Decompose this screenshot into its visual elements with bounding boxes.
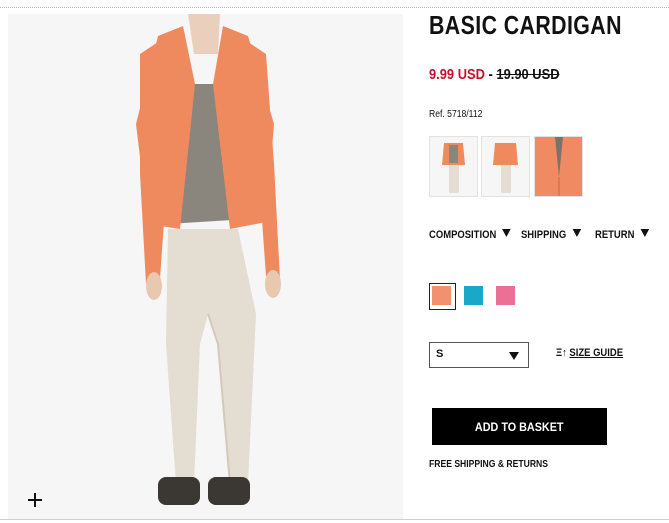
color-swatch-orange-fill: [432, 286, 451, 305]
thumbnail-full-body[interactable]: [429, 136, 478, 197]
size-select-value: S: [436, 348, 444, 360]
original-price: 19.90 USD: [496, 66, 560, 83]
triangle-down-icon: [509, 352, 519, 360]
triangle-down-icon: [640, 229, 650, 237]
price-row: 9.99 USD - 19.90 USD: [429, 66, 560, 83]
price-separator: -: [488, 66, 493, 83]
model-illustration: [8, 14, 403, 519]
tab-shipping[interactable]: SHIPPING: [521, 229, 581, 241]
tab-return-label: RETURN: [595, 229, 635, 241]
color-swatch-orange[interactable]: [429, 283, 456, 310]
size-select[interactable]: S: [429, 342, 529, 368]
thumbnail-detail-image: [535, 137, 582, 196]
sale-price: 9.99 USD: [429, 66, 485, 83]
tab-composition-label: COMPOSITION: [429, 229, 497, 241]
top-divider: [0, 7, 669, 8]
thumbnail-back[interactable]: [481, 136, 530, 197]
size-guide-link[interactable]: Ξ↑ SIZE GUIDE: [556, 347, 623, 359]
tab-return[interactable]: RETURN: [595, 229, 650, 241]
triangle-down-icon: [572, 229, 581, 237]
zoom-plus-icon[interactable]: [26, 491, 44, 509]
thumbnail-back-image: [482, 137, 529, 196]
tab-composition[interactable]: COMPOSITION: [429, 229, 511, 241]
add-to-basket-button[interactable]: ADD TO BASKET: [432, 408, 607, 445]
free-shipping-note: FREE SHIPPING & RETURNS: [429, 459, 548, 470]
thumbnail-model-image: [430, 137, 477, 196]
product-title: BASIC CARDIGAN: [429, 10, 622, 40]
tab-shipping-label: SHIPPING: [521, 229, 567, 241]
color-swatch-pink[interactable]: [496, 286, 515, 305]
bottom-divider: [0, 519, 669, 520]
ruler-icon: Ξ↑: [556, 347, 567, 359]
triangle-down-icon: [502, 229, 511, 237]
product-ref: Ref. 5718/112: [429, 109, 483, 120]
add-to-basket-label: ADD TO BASKET: [475, 419, 564, 434]
product-image[interactable]: [8, 14, 403, 519]
color-swatch-blue[interactable]: [464, 286, 483, 305]
thumbnail-detail[interactable]: [534, 136, 583, 197]
size-guide-label: SIZE GUIDE: [569, 347, 624, 359]
